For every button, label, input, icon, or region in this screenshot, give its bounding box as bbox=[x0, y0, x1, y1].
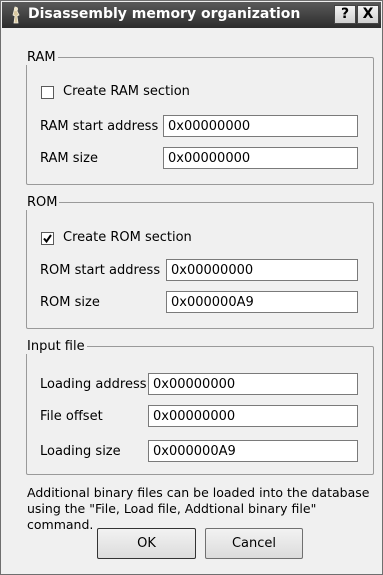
cancel-button[interactable]: Cancel bbox=[205, 528, 303, 559]
help-button[interactable]: ? bbox=[334, 5, 356, 24]
title-bar[interactable]: Disassembly memory organization ? X bbox=[2, 2, 381, 28]
ram-start-input[interactable] bbox=[163, 115, 358, 137]
create-ram-checkbox[interactable] bbox=[41, 86, 54, 99]
ida-app-icon bbox=[8, 6, 24, 24]
close-button[interactable]: X bbox=[357, 5, 379, 24]
ram-start-label: RAM start address bbox=[40, 119, 159, 134]
create-rom-label[interactable]: Create ROM section bbox=[63, 230, 192, 245]
ram-group-legend: RAM bbox=[27, 50, 56, 65]
file-offset-input[interactable] bbox=[148, 405, 358, 427]
loading-address-label: Loading address bbox=[40, 377, 147, 392]
loading-size-label: Loading size bbox=[40, 444, 121, 459]
checkmark-icon bbox=[43, 234, 52, 244]
rom-start-input[interactable] bbox=[166, 259, 358, 281]
ok-button[interactable]: OK bbox=[97, 528, 196, 559]
rom-start-label: ROM start address bbox=[40, 263, 161, 278]
create-rom-checkbox[interactable] bbox=[41, 232, 54, 245]
ram-size-label: RAM size bbox=[40, 151, 98, 166]
window-title: Disassembly memory organization bbox=[28, 6, 301, 22]
ram-size-input[interactable] bbox=[163, 147, 358, 169]
memory-organization-dialog: Disassembly memory organization ? X RAM … bbox=[0, 0, 383, 575]
rom-size-input[interactable] bbox=[166, 291, 358, 313]
loading-size-input[interactable] bbox=[148, 440, 358, 462]
input-file-group-legend: Input file bbox=[27, 339, 85, 354]
file-offset-label: File offset bbox=[40, 409, 103, 424]
rom-size-label: ROM size bbox=[40, 295, 100, 310]
loading-address-input[interactable] bbox=[148, 373, 358, 395]
rom-group-legend: ROM bbox=[27, 195, 58, 210]
help-note: Additional binary files can be loaded in… bbox=[27, 485, 370, 532]
create-ram-label[interactable]: Create RAM section bbox=[63, 84, 190, 99]
